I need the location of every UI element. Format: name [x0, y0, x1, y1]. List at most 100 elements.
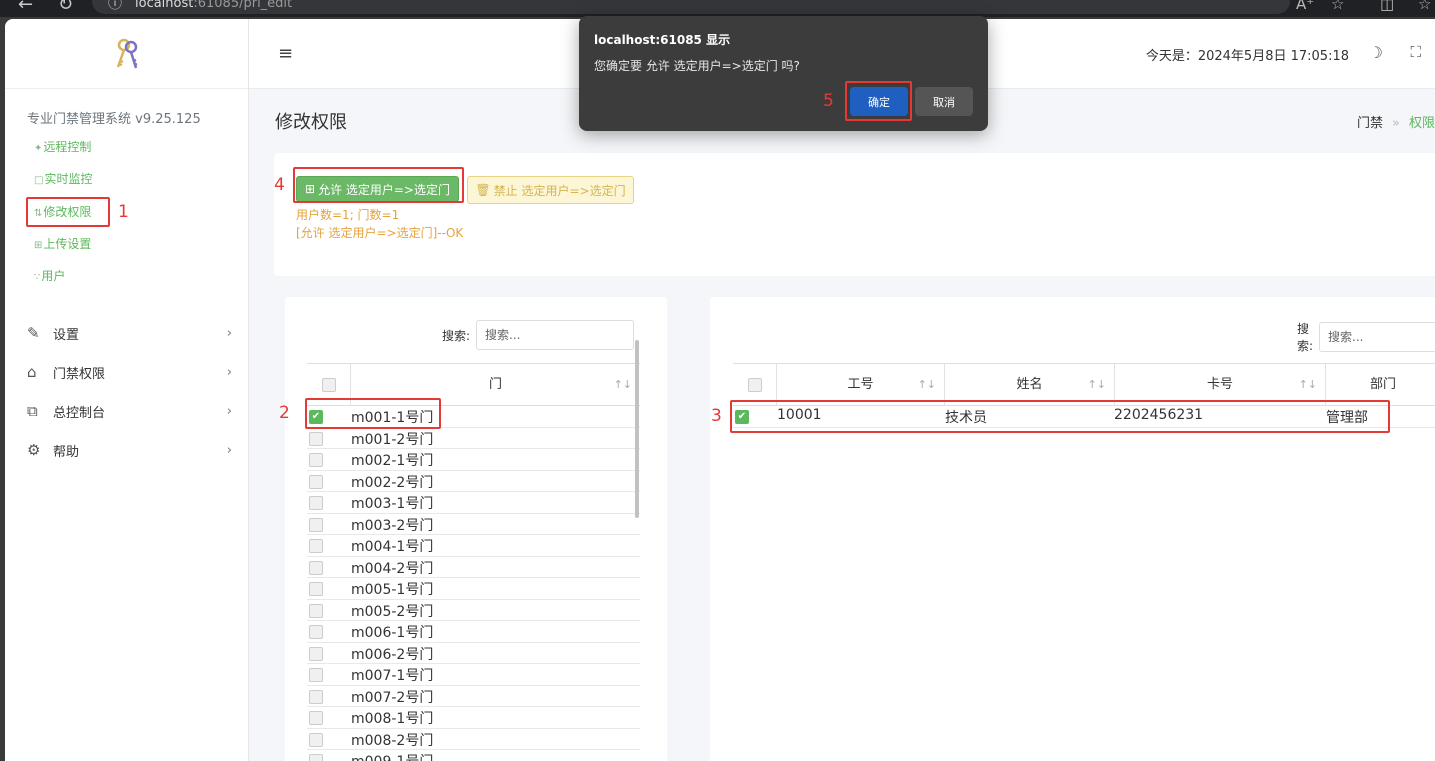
- door-name: m003-2号门: [351, 517, 434, 534]
- hamburger-menu-icon[interactable]: ≡: [278, 43, 293, 64]
- deny-button[interactable]: 🗑 禁止 选定用户=>选定门: [467, 176, 634, 204]
- users-icon: ∵: [34, 272, 41, 283]
- select-all-checkbox[interactable]: [747, 377, 762, 392]
- users-search-input[interactable]: [1319, 322, 1435, 352]
- row-checkbox[interactable]: [309, 560, 323, 575]
- chevron-right-icon: ›: [226, 403, 232, 419]
- fullscreen-icon[interactable]: ⛶: [1410, 43, 1421, 61]
- door-name: m009-1号门: [351, 751, 433, 761]
- dialog-message: 您确定要 允许 选定用户=>选定门 吗?: [594, 59, 800, 73]
- table-row[interactable]: m003-1号门: [307, 492, 640, 514]
- upload-icon: ⊞: [34, 240, 43, 251]
- chevron-right-icon: ›: [226, 442, 232, 458]
- sort-icon: ↑↓: [613, 378, 632, 391]
- users-search: 搜索:: [1297, 320, 1435, 354]
- read-aloud-icon[interactable]: A⁺: [1296, 0, 1314, 13]
- row-checkbox[interactable]: [309, 732, 323, 747]
- doors-search-input[interactable]: [476, 320, 635, 350]
- table-row[interactable]: m008-1号门: [307, 707, 640, 729]
- row-checkbox[interactable]: [309, 431, 323, 446]
- row-checkbox[interactable]: [309, 582, 323, 596]
- door-name: m001-2号门: [351, 431, 434, 448]
- browser-toolbar: ← ↻ ⓘ localhost:61085/pri_edit A⁺ ☆ ◫ ☆: [0, 0, 1435, 17]
- table-row[interactable]: m001-2号门: [307, 428, 640, 449]
- highlight-box-2: [305, 398, 441, 429]
- row-checkbox[interactable]: [309, 646, 323, 661]
- table-row[interactable]: m005-2号门: [307, 600, 640, 621]
- confirm-cancel-button[interactable]: 取消: [915, 87, 973, 116]
- favorites-bar-icon[interactable]: ☆: [1418, 0, 1431, 13]
- sidebar: 专业门禁管理系统 v9.25.125 ✦远程控制 □实时监控 ⇅修改权限 ⊞上传…: [5, 19, 249, 761]
- breadcrumb-current: 权限: [1408, 116, 1435, 131]
- row-checkbox[interactable]: [309, 711, 323, 725]
- door-name: m007-2号门: [351, 689, 434, 706]
- breadcrumb: 门禁 » 权限: [1357, 112, 1435, 131]
- tools-icon: ✦: [34, 143, 43, 154]
- table-row[interactable]: m008-2号门: [307, 729, 640, 750]
- door-name: m004-2号门: [351, 560, 434, 577]
- row-checkbox[interactable]: [309, 517, 323, 532]
- refresh-icon[interactable]: ↻: [58, 0, 73, 15]
- quick-link-live-monitor[interactable]: □实时监控: [34, 170, 92, 187]
- table-row[interactable]: m007-1号门: [307, 664, 640, 686]
- table-row[interactable]: m006-2号门: [307, 643, 640, 664]
- highlight-box-5: [845, 81, 912, 121]
- breadcrumb-item[interactable]: 门禁: [1357, 116, 1383, 131]
- row-checkbox[interactable]: [309, 539, 323, 553]
- door-name: m006-1号门: [351, 625, 434, 641]
- annotation-number: 2: [279, 403, 290, 423]
- gear-icon: ⚙: [27, 440, 41, 459]
- table-row[interactable]: m006-1号门: [307, 621, 640, 643]
- row-checkbox[interactable]: [309, 689, 323, 704]
- table-row[interactable]: m003-2号门: [307, 514, 640, 535]
- annotation-number: 5: [823, 91, 834, 111]
- home-icon: ⌂: [27, 362, 37, 381]
- door-name: m005-2号门: [351, 603, 434, 620]
- keys-logo-icon: [116, 38, 137, 68]
- row-checkbox[interactable]: [309, 668, 323, 682]
- row-checkbox[interactable]: [309, 754, 323, 761]
- url-text: localhost:61085/pri_edit: [135, 0, 293, 11]
- table-row[interactable]: m005-1号门: [307, 578, 640, 600]
- table-row[interactable]: m004-1号门: [307, 535, 640, 557]
- doors-card: 搜索: 门↑↓ ✔m001-1号门m001-2号门m002-1号门m002-2号…: [285, 297, 667, 761]
- doors-scrollbar[interactable]: [635, 340, 639, 518]
- dark-mode-icon[interactable]: ☽: [1369, 43, 1383, 62]
- quick-link-users[interactable]: ∵用户: [34, 267, 65, 284]
- quick-link-remote-control[interactable]: ✦远程控制: [34, 138, 91, 155]
- menu-console[interactable]: ⧉ 总控制台 ›: [27, 399, 232, 423]
- confirm-dialog: localhost:61085 显示 您确定要 允许 选定用户=>选定门 吗? …: [579, 16, 988, 131]
- favorite-icon[interactable]: ☆: [1331, 0, 1344, 13]
- menu-settings[interactable]: ✎ 设置 ›: [27, 321, 232, 345]
- quick-link-upload-settings[interactable]: ⊞上传设置: [34, 235, 91, 252]
- table-row[interactable]: m002-1号门: [307, 449, 640, 471]
- row-checkbox[interactable]: [309, 625, 323, 639]
- row-checkbox[interactable]: [309, 496, 323, 510]
- back-icon[interactable]: ←: [18, 0, 33, 15]
- highlight-box-3: [730, 400, 1390, 433]
- door-name: m006-2号门: [351, 646, 434, 663]
- row-checkbox[interactable]: [309, 474, 323, 489]
- logo[interactable]: [5, 19, 248, 89]
- split-screen-icon[interactable]: ◫: [1380, 0, 1394, 13]
- info-icon[interactable]: ⓘ: [108, 0, 122, 13]
- row-checkbox[interactable]: [309, 453, 323, 467]
- chevron-right-icon: ›: [226, 325, 232, 341]
- menu-help[interactable]: ⚙ 帮助 ›: [27, 438, 232, 462]
- current-datetime: 今天是：2024年5月8日 17:05:18: [1145, 49, 1349, 64]
- page-title: 修改权限: [275, 112, 347, 133]
- select-all-checkbox[interactable]: [321, 377, 336, 392]
- row-checkbox[interactable]: [309, 603, 323, 618]
- table-row[interactable]: m004-2号门: [307, 557, 640, 578]
- door-name: m003-1号门: [351, 496, 434, 512]
- table-row[interactable]: m007-2号门: [307, 686, 640, 707]
- highlight-box-4: [293, 167, 464, 203]
- table-row[interactable]: m009-1号门: [307, 750, 640, 761]
- pencil-icon: ✎: [27, 323, 40, 342]
- table-row[interactable]: m002-2号门: [307, 471, 640, 492]
- status-result: [允许 选定用户=>选定门]--OK: [296, 226, 464, 240]
- annotation-number: 1: [118, 202, 129, 222]
- copy-icon: ⧉: [27, 401, 38, 420]
- menu-access-permissions[interactable]: ⌂ 门禁权限 ›: [27, 360, 232, 384]
- dialog-title: localhost:61085 显示: [594, 33, 731, 47]
